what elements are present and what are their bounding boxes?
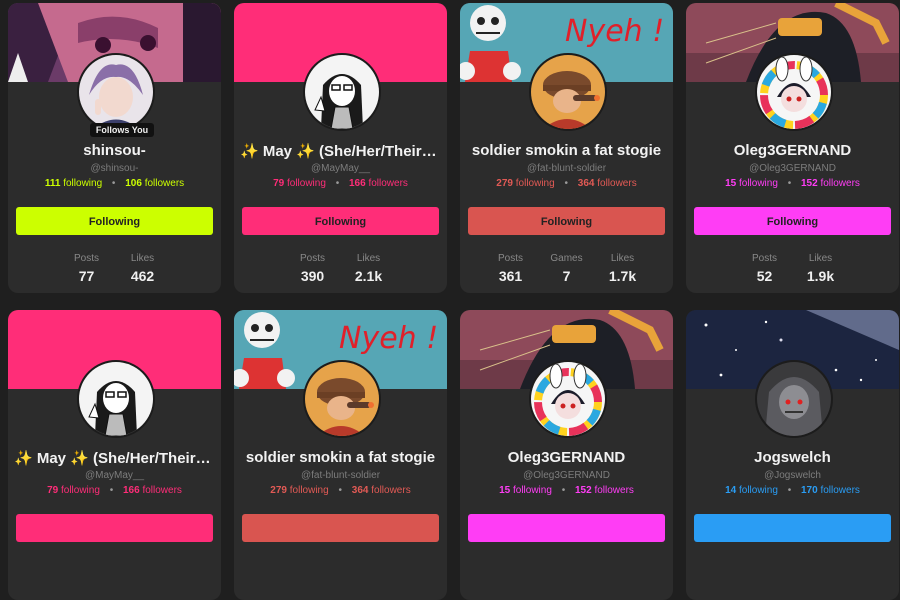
profile-card[interactable]: Oleg3GERNAND @Oleg3GERNAND 15 following … <box>460 310 673 600</box>
display-name[interactable]: ✨ May ✨ (She/Her/Theirs… <box>14 449 215 467</box>
display-name[interactable]: Oleg3GERNAND <box>692 142 893 159</box>
follow-stats: 79 following • 166 followers <box>47 485 182 496</box>
posts-metric: Posts 390 <box>299 253 325 284</box>
avatar[interactable] <box>303 53 381 131</box>
profile-metrics: Posts 361 Games 7 Likes 1.7k <box>460 253 673 284</box>
profile-card[interactable]: Follows You shinsou- @shinsou- 111 follo… <box>8 3 221 293</box>
display-name[interactable]: soldier smokin a fat stogie <box>466 142 667 159</box>
following-button[interactable] <box>468 514 665 542</box>
games-metric: Games 7 <box>550 253 583 284</box>
likes-metric: Likes 2.1k <box>354 253 383 284</box>
banner-nyeh-text: Nyeh ! <box>565 14 664 49</box>
following-link[interactable]: 14 following <box>725 485 778 496</box>
avatar[interactable] <box>77 53 155 131</box>
followers-link[interactable]: 166 followers <box>349 178 408 189</box>
profile-metrics: Posts 77 Likes 462 <box>8 253 221 284</box>
avatar[interactable] <box>77 360 155 438</box>
username-handle: @fat-blunt-soldier <box>300 470 381 481</box>
username-handle: @MayMay__ <box>310 163 371 174</box>
followers-link[interactable]: 106 followers <box>125 178 184 189</box>
following-button[interactable] <box>16 514 213 542</box>
following-button[interactable] <box>242 514 439 542</box>
followers-link[interactable]: 152 followers <box>575 485 634 496</box>
likes-metric: Likes 1.9k <box>806 253 835 284</box>
profile-card[interactable]: Nyeh ! soldier smokin a fat stogie @fat-… <box>460 3 673 293</box>
profile-card-grid: Follows You shinsou- @shinsou- 111 follo… <box>0 0 900 600</box>
avatar[interactable] <box>529 360 607 438</box>
profile-metrics: Posts 52 Likes 1.9k <box>686 253 899 284</box>
following-link[interactable]: 279 following <box>270 485 328 496</box>
posts-metric: Posts 52 <box>751 253 777 284</box>
username-handle: @Oleg3GERNAND <box>523 470 610 481</box>
following-link[interactable]: 15 following <box>725 178 778 189</box>
follow-stats: 15 following • 152 followers <box>499 485 634 496</box>
profile-card[interactable]: Jogswelch @Jogswelch 14 following • 170 … <box>686 310 899 600</box>
profile-card[interactable]: Nyeh ! soldier smokin a fat stogie @fat-… <box>234 310 447 600</box>
followers-link[interactable]: 364 followers <box>578 178 637 189</box>
profile-card[interactable]: ✨ May ✨ (She/Her/Theirs… @MayMay__ 79 fo… <box>8 310 221 600</box>
display-name[interactable]: ✨ May ✨ (She/Her/Theirs… <box>240 142 441 160</box>
display-name[interactable]: Oleg3GERNAND <box>466 449 667 466</box>
display-name[interactable]: shinsou- <box>14 142 215 159</box>
profile-card[interactable]: ✨ May ✨ (She/Her/Theirs… @MayMay__ 79 fo… <box>234 3 447 293</box>
username-handle: @Jogswelch <box>764 470 821 481</box>
followers-link[interactable]: 152 followers <box>801 178 860 189</box>
username-handle: @MayMay__ <box>84 470 145 481</box>
profile-card[interactable]: Oleg3GERNAND @Oleg3GERNAND 15 following … <box>686 3 899 293</box>
username-handle: @fat-blunt-soldier <box>526 163 607 174</box>
follows-you-badge: Follows You <box>90 123 154 137</box>
followers-link[interactable]: 170 followers <box>801 485 860 496</box>
follow-stats: 279 following • 364 followers <box>496 178 637 189</box>
following-button[interactable] <box>694 514 891 542</box>
following-link[interactable]: 15 following <box>499 485 552 496</box>
follow-stats: 14 following • 170 followers <box>725 485 860 496</box>
avatar[interactable] <box>303 360 381 438</box>
likes-metric: Likes 1.7k <box>608 253 637 284</box>
display-name[interactable]: soldier smokin a fat stogie <box>240 449 441 466</box>
avatar[interactable] <box>755 53 833 131</box>
following-button[interactable]: Following <box>242 207 439 235</box>
avatar[interactable] <box>755 360 833 438</box>
banner-nyeh-text: Nyeh ! <box>339 321 438 356</box>
following-link[interactable]: 79 following <box>47 485 100 496</box>
follow-stats: 15 following • 152 followers <box>725 178 860 189</box>
posts-metric: Posts 77 <box>73 253 99 284</box>
likes-metric: Likes 462 <box>130 253 155 284</box>
following-button[interactable]: Following <box>694 207 891 235</box>
posts-metric: Posts 361 <box>497 253 523 284</box>
followers-link[interactable]: 166 followers <box>123 485 182 496</box>
following-button[interactable]: Following <box>16 207 213 235</box>
following-link[interactable]: 111 following <box>45 178 102 189</box>
profile-metrics: Posts 390 Likes 2.1k <box>234 253 447 284</box>
username-handle: @shinsou- <box>90 163 139 174</box>
username-handle: @Oleg3GERNAND <box>749 163 836 174</box>
followers-link[interactable]: 364 followers <box>352 485 411 496</box>
follow-stats: 279 following • 364 followers <box>270 485 411 496</box>
follow-stats: 79 following • 166 followers <box>273 178 408 189</box>
following-link[interactable]: 279 following <box>496 178 554 189</box>
follow-stats: 111 following • 106 followers <box>44 178 185 189</box>
display-name[interactable]: Jogswelch <box>692 449 893 466</box>
following-link[interactable]: 79 following <box>273 178 326 189</box>
following-button[interactable]: Following <box>468 207 665 235</box>
avatar[interactable] <box>529 53 607 131</box>
